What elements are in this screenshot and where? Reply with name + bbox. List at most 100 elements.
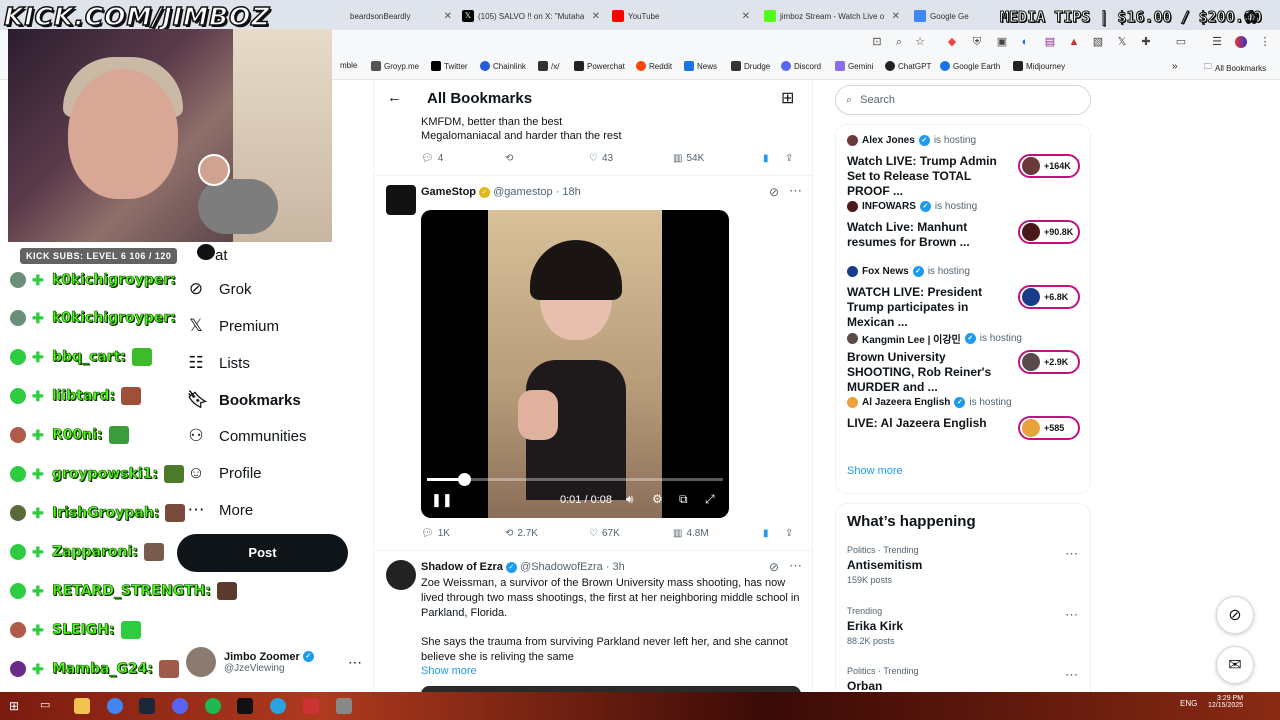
spotify-icon[interactable] (205, 698, 221, 714)
trend-item[interactable]: Politics · Trending Antisemitism 159K post… (847, 545, 1077, 585)
telegram-icon[interactable] (270, 698, 286, 714)
grok-icon[interactable]: ⊘ (769, 560, 779, 574)
bookmark[interactable]: Midjourney (1013, 61, 1065, 71)
star-icon[interactable]: ☆ (913, 35, 927, 49)
search-input[interactable]: ⌕ Search (835, 85, 1091, 115)
menu-icon[interactable]: ⋮ (1258, 35, 1272, 49)
post-button[interactable]: Post (177, 534, 348, 572)
close-icon[interactable]: ✕ (592, 11, 600, 22)
live-listener-pill[interactable]: +2.9K (1018, 350, 1080, 374)
more-icon[interactable]: ⋯ (1065, 546, 1078, 562)
fullscreen-icon[interactable]: ⤢ (705, 492, 715, 507)
close-icon[interactable]: ✕ (444, 11, 452, 22)
puzzle-icon[interactable]: ✚ (1139, 35, 1153, 49)
clock[interactable]: 3:29 PM 12/15/2025 (1208, 695, 1243, 709)
author-handle[interactable]: @ShadowofEzra (520, 561, 603, 573)
profile-avatar[interactable] (1235, 36, 1247, 48)
retweet-button[interactable]: ⟲ (505, 153, 589, 164)
extension-icon[interactable]: ▲ (1067, 35, 1081, 49)
nav-item-profile[interactable]: ☺ Profile (187, 458, 261, 488)
live-listener-pill[interactable]: +585 (1018, 416, 1080, 440)
bookmark[interactable]: News (684, 61, 717, 71)
nav-item-chat[interactable]: at (197, 244, 237, 264)
bookmark[interactable]: Twitter (431, 61, 468, 71)
live-listener-pill[interactable]: +90.8K (1018, 220, 1080, 244)
bookmark[interactable]: Drudge (731, 61, 770, 71)
more-icon[interactable]: ⋯ (1065, 607, 1078, 623)
discord-icon[interactable] (172, 698, 188, 714)
close-icon[interactable]: ✕ (742, 11, 750, 22)
live-title[interactable]: Watch LIVE: Trump Admin Set to Release T… (847, 154, 1012, 199)
volume-icon[interactable]: 🔊︎ (626, 492, 634, 507)
zoom-icon[interactable]: ⌕ (892, 35, 906, 49)
all-bookmarks[interactable]: 🗀 All Bookmarks (1204, 61, 1266, 75)
chrome-icon[interactable] (107, 698, 123, 714)
views-button[interactable]: ▥ 54K (673, 153, 763, 164)
list-icon[interactable]: ☰ (1210, 35, 1224, 49)
bookmark[interactable]: /x/ (538, 61, 559, 71)
live-host[interactable]: Kangmin Lee | 이강민 ✓ is hosting (847, 331, 1022, 346)
grok-floating-button[interactable]: ⊘ (1216, 596, 1254, 634)
bookmark[interactable]: Powerchat (574, 61, 625, 71)
nav-item-lists[interactable]: ☷ Lists (187, 348, 249, 378)
browser-tab[interactable]: beardsonBeardly ✕ (350, 4, 458, 28)
shield-icon[interactable]: ⛨ (970, 35, 984, 49)
author-name[interactable]: GameStop (421, 186, 476, 198)
bookmark[interactable]: ChatGPT (885, 61, 931, 71)
nav-item-bookmarks[interactable]: 🔖︎ Bookmarks (187, 385, 301, 415)
x-logo-icon[interactable]: 𝕏 (1115, 35, 1129, 49)
live-title[interactable]: WATCH LIVE: President Trump participates… (847, 285, 1012, 330)
live-listener-pill[interactable]: +164K (1018, 154, 1080, 178)
file-explorer-icon[interactable] (74, 698, 90, 714)
live-title[interactable]: Watch Live: Manhunt resumes for Brown ..… (847, 220, 1012, 250)
bookmark[interactable]: Discord (781, 61, 821, 71)
show-more-link[interactable]: Show more (421, 665, 477, 677)
app-icon[interactable] (303, 698, 319, 714)
add-bookmark-folder-icon[interactable]: ⊞ (781, 88, 794, 108)
account-switcher[interactable]: Jimbo Zoomer ✓ @JzeViewing ⋯ (186, 645, 362, 679)
bookmark[interactable]: Reddit (636, 61, 672, 71)
live-listener-pill[interactable]: +6.8K (1018, 285, 1080, 309)
avatar[interactable] (386, 185, 416, 215)
bookmark[interactable]: Gemini (835, 61, 873, 71)
live-host[interactable]: Fox News ✓ is hosting (847, 266, 970, 277)
steam-icon[interactable] (139, 698, 155, 714)
grok-icon[interactable]: ⊘ (769, 185, 779, 199)
author-handle[interactable]: @gamestop (493, 186, 552, 198)
more-icon[interactable]: ⋯ (789, 183, 802, 199)
bookmark[interactable]: Chainlink (480, 61, 526, 71)
live-title[interactable]: Brown University SHOOTING, Rob Reiner's … (847, 350, 1012, 395)
live-host[interactable]: INFOWARS ✓ is hosting (847, 201, 977, 212)
browser-tab[interactable]: jimboz Stream - Watch Live o ✕ (764, 4, 906, 28)
extension-icon[interactable]: ◐ (1018, 35, 1032, 49)
task-view-icon[interactable]: ▭ (40, 698, 56, 714)
browser-tab[interactable]: YouTube ✕ (612, 4, 756, 28)
nav-item-communities[interactable]: ⚇ Communities (187, 421, 306, 451)
bookmark[interactable]: mble (340, 61, 357, 70)
reply-button[interactable]: 💬︎ 1K (421, 528, 505, 539)
trend-item[interactable]: Trending Erika Kirk 88.2K posts (847, 606, 1077, 646)
sidebar-icon[interactable]: ▭ (1174, 35, 1188, 49)
messages-floating-button[interactable]: ✉ (1216, 646, 1254, 684)
live-title[interactable]: LIVE: Al Jazeera English (847, 416, 1012, 431)
nav-item-more[interactable]: ⋯ More (187, 495, 254, 525)
more-icon[interactable]: ⋯ (789, 558, 802, 574)
bookmark-button[interactable]: ▮ (763, 528, 785, 539)
video-progress-track[interactable] (427, 473, 723, 486)
language-indicator[interactable]: ENG (1180, 699, 1197, 708)
views-button[interactable]: ▥ 4.8M (673, 528, 763, 539)
browser-tab[interactable]: 𝕏 (105) SALVO !! on X: "Mutaha ✕ (462, 4, 606, 28)
trend-item[interactable]: Politics · Trending Orban (847, 666, 1077, 693)
more-icon[interactable]: ⋯ (1065, 667, 1078, 683)
pip-icon[interactable]: ⧉ (679, 492, 688, 507)
retweet-button[interactable]: ⟲ 2.7K (505, 528, 589, 539)
pause-icon[interactable]: ❚❚ (431, 492, 453, 508)
nav-item-premium[interactable]: 𝕏 Premium (187, 311, 279, 341)
bookmark[interactable]: Groyp.me (371, 61, 419, 71)
browser-tab[interactable]: Google Ge (914, 4, 994, 28)
like-button[interactable]: ♡ 43 (589, 153, 673, 164)
bookmark-button[interactable]: ▮ (763, 153, 785, 164)
avatar[interactable] (386, 560, 416, 590)
like-button[interactable]: ♡ 67K (589, 528, 673, 539)
video-scrubber-handle[interactable] (458, 473, 471, 486)
